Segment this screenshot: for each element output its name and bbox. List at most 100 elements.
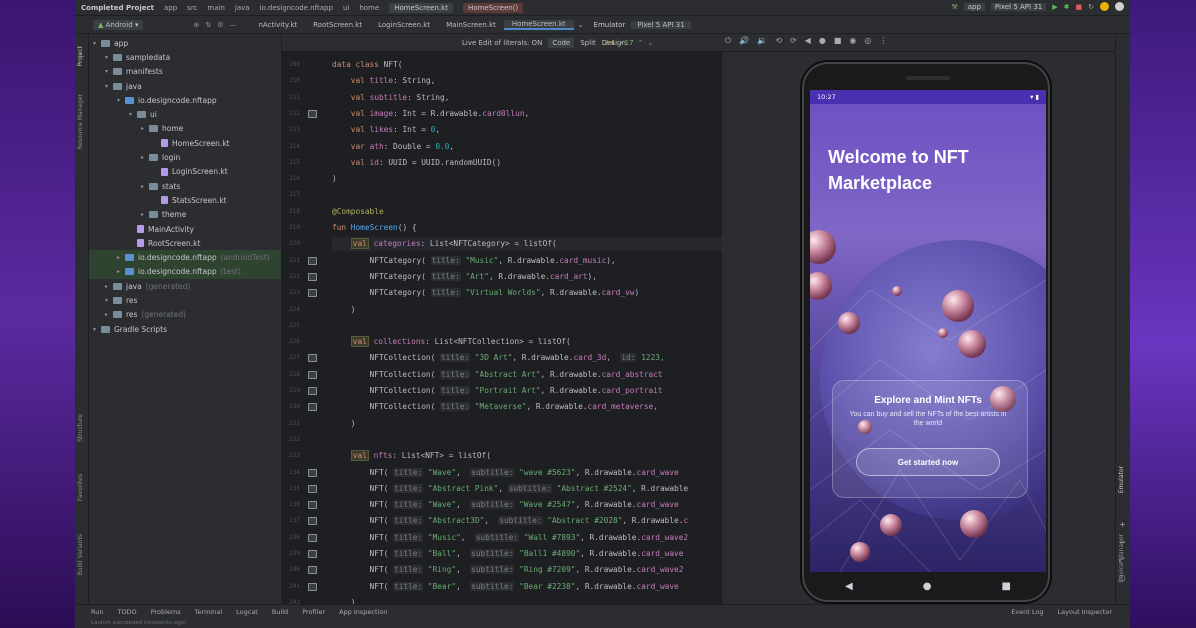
expand-arrow-icon[interactable]: ▾ [105,68,113,75]
resource-preview-icon[interactable] [308,501,317,510]
breadcrumb-app[interactable]: app [164,4,177,12]
tab-list-chevron-icon[interactable]: ⌄ [574,21,588,29]
nav-down-icon[interactable]: ⌄ [647,39,653,47]
todo-tool-button[interactable]: TODO [117,608,136,616]
get-started-button[interactable]: Get started now [856,448,1000,476]
code-line[interactable]: data class NFT( [332,58,402,72]
tree-item[interactable]: ▸ stats [89,179,281,193]
emulator-tool-button[interactable]: Emulator [1118,466,1125,493]
code-line[interactable]: ) [332,417,356,431]
expand-arrow-icon[interactable]: ▾ [129,111,137,118]
code-line[interactable]: NFT( title: "Bear", subtitle: "Bear #223… [332,580,679,594]
more-icon[interactable]: ⋮ [879,36,887,46]
tree-item[interactable]: ▾ java [89,79,281,93]
settings-gear-icon[interactable]: ⚙ [217,21,223,29]
tree-item[interactable]: StatsScreen.kt [89,193,281,207]
code-line[interactable]: val collections: List<NFTCollection> = l… [332,335,571,349]
expand-arrow-icon[interactable]: ▾ [93,40,101,47]
resource-preview-icon[interactable] [308,354,317,363]
snapshot-icon[interactable]: ◎ [864,36,871,46]
tree-item[interactable]: ▸ login [89,150,281,164]
tab-login-screen[interactable]: LoginScreen.kt [370,21,438,29]
resource-preview-icon[interactable] [308,387,317,395]
code-line[interactable]: var ath: Double = 0.0, [332,140,454,154]
run-config-select[interactable]: app [963,2,985,11]
tree-item[interactable]: ▾ app [89,36,281,50]
tab-main-activity[interactable]: nActivity.kt [250,21,305,29]
build-tool-button[interactable]: Build [272,608,288,616]
code-line[interactable]: NFTCollection( title: "Metaverse", R.dra… [332,400,658,414]
code-line[interactable]: NFT( title: "Abstract3D", subtitle: "Abs… [332,514,688,528]
hide-icon[interactable]: — [229,21,236,29]
resource-preview-icon[interactable] [308,370,317,379]
stop-icon[interactable]: ■ [1076,3,1083,11]
tree-item[interactable]: ▾ Gradle Scripts [89,322,281,336]
tree-item[interactable]: ▸ res (generated) [89,308,281,322]
code-line[interactable]: NFT( title: "Abstract Pink", subtitle: "… [332,482,688,496]
expand-arrow-icon[interactable]: ▾ [93,326,101,333]
logcat-tool-button[interactable]: Logcat [236,608,258,616]
camera-icon[interactable]: ◉ [849,36,856,46]
code-line[interactable]: ) [332,172,337,186]
volume-up-icon[interactable]: 🔊 [739,36,749,46]
tree-item[interactable]: ▾ io.designcode.nftapp [89,93,281,107]
breadcrumb-function[interactable]: HomeScreen() [462,2,524,13]
expand-arrow-icon[interactable]: ▸ [141,125,149,132]
back-icon[interactable]: ◀ [805,36,811,46]
code-line[interactable]: fun HomeScreen() { [332,221,417,235]
tree-item[interactable]: HomeScreen.kt [89,136,281,150]
app-inspection-tool-button[interactable]: App Inspection [339,608,387,616]
tree-item[interactable]: ▾ manifests [89,65,281,79]
breadcrumb-ui[interactable]: ui [343,4,349,12]
nav-back-icon[interactable]: ◀ [845,581,853,592]
code-line[interactable]: val id: UUID = UUID.randomUUID() [332,156,501,170]
layout-inspector-tool-button[interactable]: Layout Inspector [1058,608,1112,616]
device-select[interactable]: Pixel 5 API 31 [990,2,1047,11]
favorites-tool-button[interactable]: Favorites [77,474,84,501]
run-icon[interactable]: ▶ [1052,3,1057,11]
breadcrumb-java[interactable]: java [235,4,250,12]
collapse-icon[interactable]: ⊕ [193,21,199,29]
user-avatar-icon[interactable] [1115,2,1124,11]
breadcrumb-main[interactable]: main [207,4,225,12]
nav-recent-icon[interactable]: ■ [1002,581,1011,592]
tree-item[interactable]: ▸ io.designcode.nftapp (androidTest) [89,250,281,265]
expand-arrow-icon[interactable]: ▾ [105,297,113,304]
expand-arrow-icon[interactable]: ▸ [105,311,113,318]
code-line[interactable]: NFTCollection( title: "3D Art", R.drawab… [332,351,665,365]
code-line[interactable]: NFTCategory( title: "Art", R.drawable.ca… [332,270,597,284]
tab-root-screen[interactable]: RootScreen.kt [305,21,370,29]
resource-preview-icon[interactable] [308,403,317,412]
resource-preview-icon[interactable] [308,533,317,542]
project-view-select[interactable]: ▲ Android ▾ [93,19,144,30]
zoom-in-icon[interactable]: + [1119,520,1126,529]
tree-item[interactable]: ▾ sampledata [89,50,281,64]
rotate-left-icon[interactable]: ⟲ [775,36,782,46]
fit-screen-icon[interactable]: ⤢ [1119,556,1125,565]
tab-main-screen[interactable]: MainScreen.kt [438,21,504,29]
resource-manager-tool-button[interactable]: Resource Manager [77,94,84,150]
code-line[interactable]: @Composable [332,205,384,219]
code-line[interactable]: NFTCategory( title: "Music", R.drawable.… [332,254,616,268]
code-view-button[interactable]: Code [548,38,575,48]
code-line[interactable]: val title: String, [332,74,436,88]
code-line[interactable]: NFT( title: "Music", subtitle: "Wall #78… [332,531,688,545]
project-tool-button[interactable]: Project [77,46,84,67]
power-icon[interactable]: ⏻ [725,36,731,46]
code-editor[interactable]: 209 210 211 212 213 214 215 216 217 218 219 220 221 2… [282,52,722,612]
phone-screen[interactable]: 10:27 ▾ ▮ Welcome to NFT Marketplace Exp… [810,90,1046,572]
volume-down-icon[interactable]: 🔉 [757,36,767,46]
sort-icon[interactable]: ⇅ [205,21,211,29]
resource-preview-icon[interactable] [308,272,317,281]
tab-home-screen[interactable]: HomeScreen.kt [503,19,574,30]
breadcrumb-home[interactable]: home [359,4,379,12]
emulator-device-tab[interactable]: Pixel 5 API 31 [631,20,691,29]
overview-icon[interactable]: ■ [834,36,842,46]
code-line[interactable]: val likes: Int = 0, [332,123,440,137]
tree-item[interactable]: ▸ java (generated) [89,279,281,293]
breadcrumb-src[interactable]: src [187,4,197,12]
expand-arrow-icon[interactable]: ▾ [117,97,125,104]
resource-preview-icon[interactable] [308,289,317,298]
code-line[interactable]: NFT( title: "Wave", subtitle: "Wave #254… [332,498,679,512]
code-line[interactable]: val nfts: List<NFT> = listOf( [332,449,491,463]
